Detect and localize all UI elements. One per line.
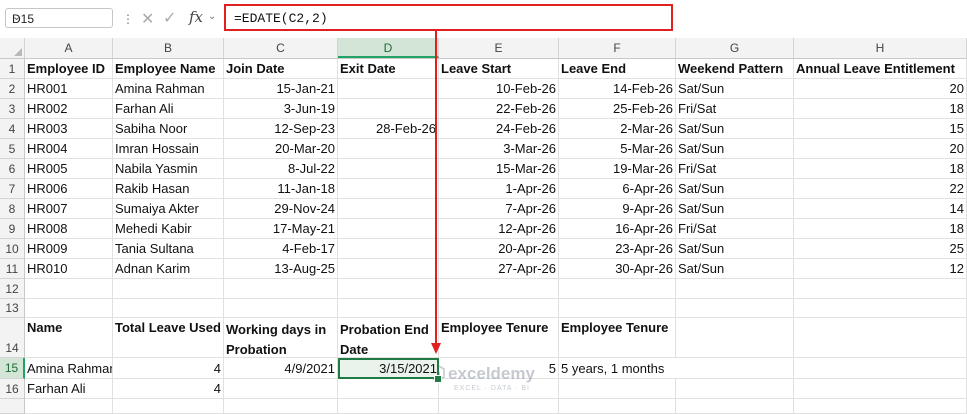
annotation-arrow: [431, 31, 441, 354]
